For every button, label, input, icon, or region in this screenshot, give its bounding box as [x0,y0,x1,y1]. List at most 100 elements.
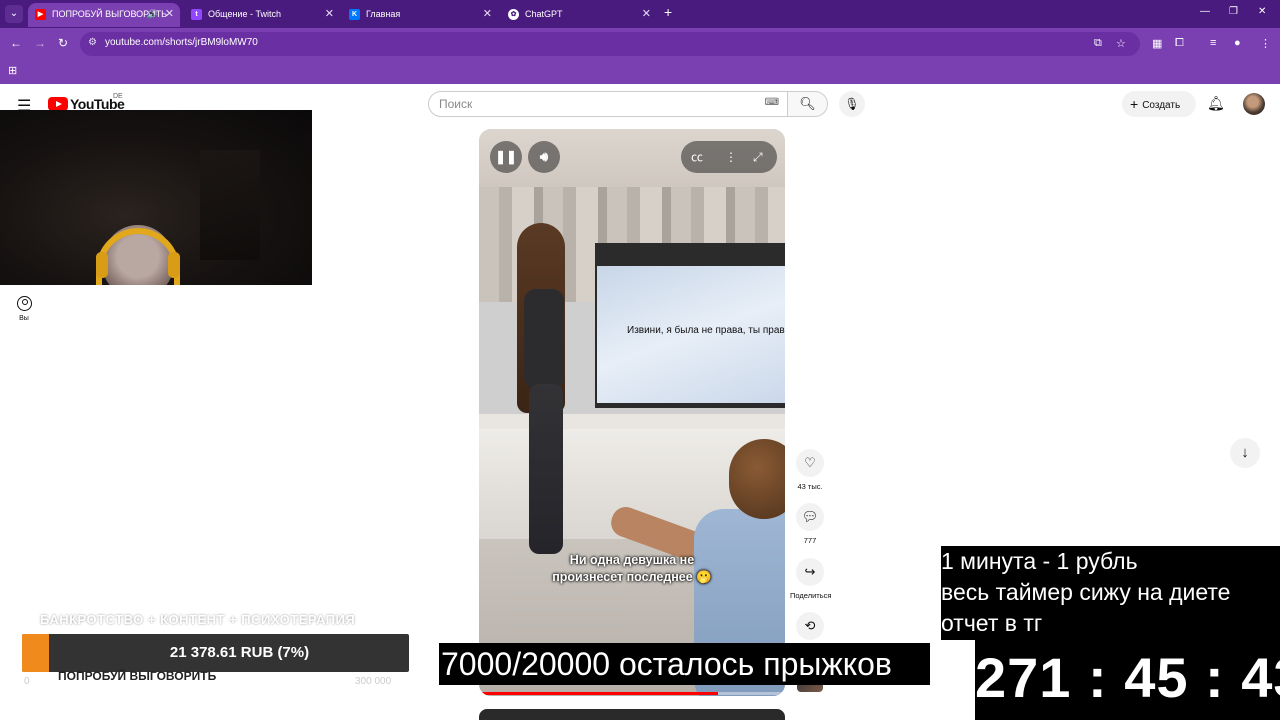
tab-label: ChatGPT [525,9,563,19]
rules-line: весь таймер сижу на диете [941,579,1231,605]
shorts-video-player[interactable]: Извини, я была не права, ты прав ❚❚ 🔊︎ ㏄… [479,129,785,696]
close-tab-icon[interactable]: ✕ [165,3,174,25]
bookmarks-bar: ⊞ [0,60,1280,84]
browser-tab-bar: ⌄ ▶ ПОПРОБУЙ ВЫГОВОРИТЬ 🔊 ✕ t Общение - … [0,0,1280,28]
share-arrow-icon[interactable]: ↪ [796,558,824,586]
site-info-icon[interactable]: ⚙ [88,37,97,48]
donation-progress-bar: 21 378.61 RUB (7%) [22,634,409,672]
browser-toolbar: ← → ↻ ⚙ youtube.com/shorts/jrBM9loMW70 ⧉… [0,28,1280,60]
create-button[interactable]: + Создать [1122,91,1196,117]
subathon-rules: 1 минута - 1 рубль весь таймер сижу на д… [941,546,1280,640]
headphone-cup-right [168,252,180,278]
video-top-controls: ㏄ ⋮ ⤢ [681,141,777,173]
sidebar-item-label: Вы [19,315,29,322]
account-avatar[interactable] [1243,93,1265,115]
browser-menu-icon[interactable]: ⋮ [1260,37,1271,50]
account-circle-icon [16,296,32,311]
back-icon[interactable]: ← [10,36,22,50]
tab-label: Главная [366,9,401,19]
address-bar[interactable]: ⚙ youtube.com/shorts/jrBM9loMW70 ⧉ ☆ [80,32,1140,56]
remix-icon[interactable]: ⟲ [796,612,824,640]
background-object [200,150,260,260]
tab-vk[interactable]: K Главная ✕ [342,3,498,27]
tv-screen-text: Извини, я была не права, ты прав [627,325,785,336]
remix-action[interactable]: ⟲ [790,612,830,640]
jumps-counter: 7000/20000 осталось прыжков [439,643,930,685]
extensions-puzzle-icon[interactable]: ⧠ [1175,37,1184,50]
comment-icon[interactable]: 💬︎ [796,503,824,531]
next-short-preview[interactable] [479,709,785,720]
apps-grid-icon[interactable]: ⊞ [8,64,17,77]
video-scene-woman [524,289,564,389]
minimize-window-icon[interactable]: — [1200,6,1210,17]
tab-chatgpt[interactable]: ✿ ChatGPT ✕ [501,3,657,27]
region-code: DE [113,93,123,100]
install-app-icon[interactable]: ⧉ [1094,37,1102,50]
comment-action[interactable]: 💬︎ 777 [790,503,830,545]
donation-goal-title: БАНКРОТСТВО + КОНТЕНТ + ПСИХОТЕРАПИЯ [40,612,356,627]
reading-list-icon[interactable]: ≡ [1210,37,1216,49]
fullscreen-icon[interactable]: ⤢ [753,141,763,173]
voice-search-button[interactable]: 🎙︎ [839,91,865,117]
twitch-favicon-icon: t [191,9,202,20]
reload-icon[interactable]: ↻ [58,36,68,50]
search-icon: 🔍︎ [799,96,816,111]
more-options-icon[interactable]: ⋮ [725,141,737,173]
captions-icon[interactable]: ㏄ [691,141,703,173]
create-label: Создать [1142,100,1181,111]
donation-max: 300 000 [355,676,392,687]
subathon-timer: 271 : 45 : 43 [975,640,1280,720]
video-scene-man-head [729,439,785,519]
search-box: ⌨ [428,91,788,117]
video-caption: Ни одна девушка не произнесет последнее … [509,552,755,586]
share-label: Поделиться [790,591,832,600]
youtube-favicon-icon: ▶ [35,9,46,20]
headphone-cup-left [96,252,108,278]
close-tab-icon[interactable]: ✕ [642,3,651,25]
url-text[interactable]: youtube.com/shorts/jrBM9loMW70 [105,37,258,48]
sidebar-item-you[interactable]: Вы [14,296,34,322]
volume-button[interactable]: 🔊︎ [528,141,560,173]
donation-progress-fill [22,634,50,672]
caption-line: произнесет последнее 🫢 [552,570,712,584]
tab-search-chevron-icon[interactable]: ⌄ [5,5,23,23]
share-action[interactable]: ↪ Поделиться [790,558,832,600]
search-input[interactable] [439,95,759,113]
comment-count: 777 [803,536,817,545]
close-tab-icon[interactable]: ✕ [325,3,334,25]
notifications-bell-icon[interactable]: 🔔︎ [1207,95,1225,112]
video-scene-woman-legs [529,384,563,554]
donation-min: 0 [24,676,30,687]
close-window-icon[interactable]: ✕ [1258,6,1266,17]
heart-icon[interactable]: ♡ [796,449,824,477]
donation-amount: 21 378.61 RUB (7%) [169,644,310,661]
chatgpt-favicon-icon: ✿ [508,9,519,20]
profile-icon[interactable]: ● [1234,37,1241,49]
extension-de-icon[interactable]: ▦ [1152,37,1162,50]
bookmark-star-icon[interactable]: ☆ [1116,37,1126,50]
vk-favicon-icon: K [349,9,360,20]
video-progress-bar[interactable] [479,692,785,695]
microphone-icon: 🎙︎ [844,97,860,111]
rules-line: отчет в тг [941,610,1043,636]
streamer-webcam [0,110,312,285]
tab-label: Общение - Twitch [208,9,281,19]
speaker-icon[interactable]: 🔊 [147,3,158,25]
new-tab-button[interactable]: + [664,4,672,20]
close-tab-icon[interactable]: ✕ [483,3,492,25]
pause-button[interactable]: ❚❚ [490,141,522,173]
tab-youtube[interactable]: ▶ ПОПРОБУЙ ВЫГОВОРИТЬ 🔊 ✕ [28,3,180,27]
keyboard-icon[interactable]: ⌨ [765,97,779,108]
like-action[interactable]: ♡ 43 тыс. [790,449,830,491]
video-progress-fill [479,692,718,695]
search-button[interactable]: 🔍︎ [788,91,828,117]
maximize-window-icon[interactable]: ❐ [1229,6,1238,17]
donation-goal-label: ПОПРОБУЙ ВЫГОВОРИТЬ [58,669,217,683]
tab-twitch[interactable]: t Общение - Twitch ✕ [184,3,340,27]
like-count: 43 тыс. [797,482,823,491]
next-video-down-arrow-icon[interactable]: ↓ [1230,438,1260,468]
plus-icon: + [1130,96,1139,112]
caption-line: Ни одна девушка не [569,553,695,567]
youtube-play-logo-icon [48,97,68,111]
forward-icon[interactable]: → [34,36,46,50]
